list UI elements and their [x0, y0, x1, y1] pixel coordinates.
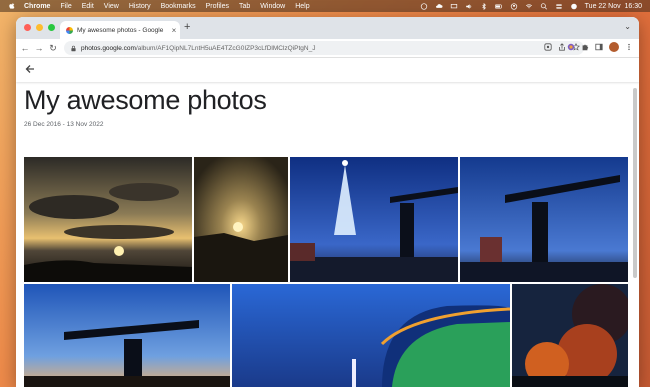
status-face-icon[interactable]	[420, 2, 428, 10]
album-title[interactable]: My awesome photos	[24, 85, 267, 116]
volume-icon[interactable]	[465, 3, 473, 10]
menu-file[interactable]: File	[60, 3, 71, 10]
menu-help[interactable]: Help	[295, 3, 309, 10]
album-page: My awesome photos 26 Dec 2016 - 13 Nov 2…	[16, 58, 639, 387]
browser-window: My awesome photos - Google × + ⌄ ← → ↻ p…	[16, 17, 639, 387]
search-icon[interactable]	[540, 2, 548, 10]
new-tab-button[interactable]: +	[184, 21, 190, 33]
wifi-icon[interactable]	[525, 3, 533, 10]
tab-strip: My awesome photos - Google × + ⌄	[16, 17, 639, 39]
photo-crane-dusk[interactable]	[460, 157, 628, 282]
user-icon[interactable]	[510, 2, 518, 10]
side-panel-icon[interactable]	[595, 43, 603, 51]
maximize-window-button[interactable]	[48, 24, 55, 31]
menu-view[interactable]: View	[104, 3, 119, 10]
url-domain: photos.google.com	[81, 44, 136, 52]
page-scrollbar[interactable]	[633, 88, 637, 278]
screen-mirror-icon[interactable]	[450, 3, 458, 10]
google-lens-icon[interactable]	[544, 43, 552, 51]
menu-bar-status-area: Tue 22 Nov 16:30	[420, 0, 642, 12]
menu-profiles[interactable]: Profiles	[206, 3, 229, 10]
back-arrow-icon[interactable]	[24, 63, 36, 75]
siri-icon[interactable]	[570, 3, 578, 10]
apple-icon[interactable]	[8, 2, 16, 10]
minimize-window-button[interactable]	[36, 24, 43, 31]
tab-title: My awesome photos - Google	[77, 26, 164, 34]
photo-rainy-sunset[interactable]	[194, 157, 288, 282]
menu-app-name[interactable]: Chrome	[24, 3, 50, 10]
url-path: /album/AF1QipNL7LntH5uAE4TZcG0IZP3cLfDlM…	[135, 44, 316, 52]
share-page-icon[interactable]	[558, 43, 566, 51]
bluetooth-icon[interactable]	[480, 2, 488, 10]
browser-tab-active[interactable]: My awesome photos - Google ×	[60, 21, 180, 39]
close-window-button[interactable]	[24, 24, 31, 31]
lock-icon[interactable]	[70, 45, 77, 52]
profile-avatar[interactable]	[609, 42, 619, 52]
menu-tab[interactable]: Tab	[239, 3, 250, 10]
google-photos-icon	[66, 26, 73, 34]
extension-icons	[567, 42, 633, 52]
tab-search-chevron-icon[interactable]: ⌄	[624, 22, 631, 31]
forward-arrow-icon[interactable]: →	[32, 43, 46, 53]
control-center-icon[interactable]	[555, 3, 563, 10]
back-arrow-icon[interactable]: ←	[18, 43, 32, 53]
browser-toolbar: ← → ↻ photos.google.com/album/AF1QipNL7L…	[16, 39, 639, 58]
photo-arena-lights[interactable]	[232, 284, 510, 387]
menu-history[interactable]: History	[129, 3, 151, 10]
album-date-range: 26 Dec 2016 - 13 Nov 2022	[24, 121, 104, 128]
photo-crane-christmas-tree[interactable]	[290, 157, 458, 282]
cloud-icon[interactable]	[435, 3, 443, 10]
puzzle-extensions-icon[interactable]	[581, 43, 589, 51]
menu-edit[interactable]: Edit	[82, 3, 94, 10]
window-controls	[24, 24, 55, 31]
menu-bookmarks[interactable]: Bookmarks	[161, 3, 196, 10]
address-bar[interactable]: photos.google.com/album/AF1QipNL7LntH5uA…	[64, 41, 584, 55]
chrome-menu-icon[interactable]	[625, 43, 633, 51]
reload-icon[interactable]: ↻	[46, 43, 60, 54]
menu-bar-clock[interactable]: Tue 22 Nov 16:30	[585, 3, 642, 10]
extension-colorful-icon[interactable]	[567, 43, 575, 51]
close-tab-icon[interactable]: ×	[168, 26, 180, 35]
photo-autumn-night[interactable]	[512, 284, 628, 387]
photo-crane-sunset[interactable]	[24, 284, 230, 387]
photos-app-bar	[16, 58, 639, 82]
macos-menu-bar: Chrome File Edit View History Bookmarks …	[0, 0, 650, 12]
battery-icon[interactable]	[494, 3, 503, 10]
menu-window[interactable]: Window	[260, 3, 285, 10]
photo-sunset-clouds[interactable]	[24, 157, 192, 282]
